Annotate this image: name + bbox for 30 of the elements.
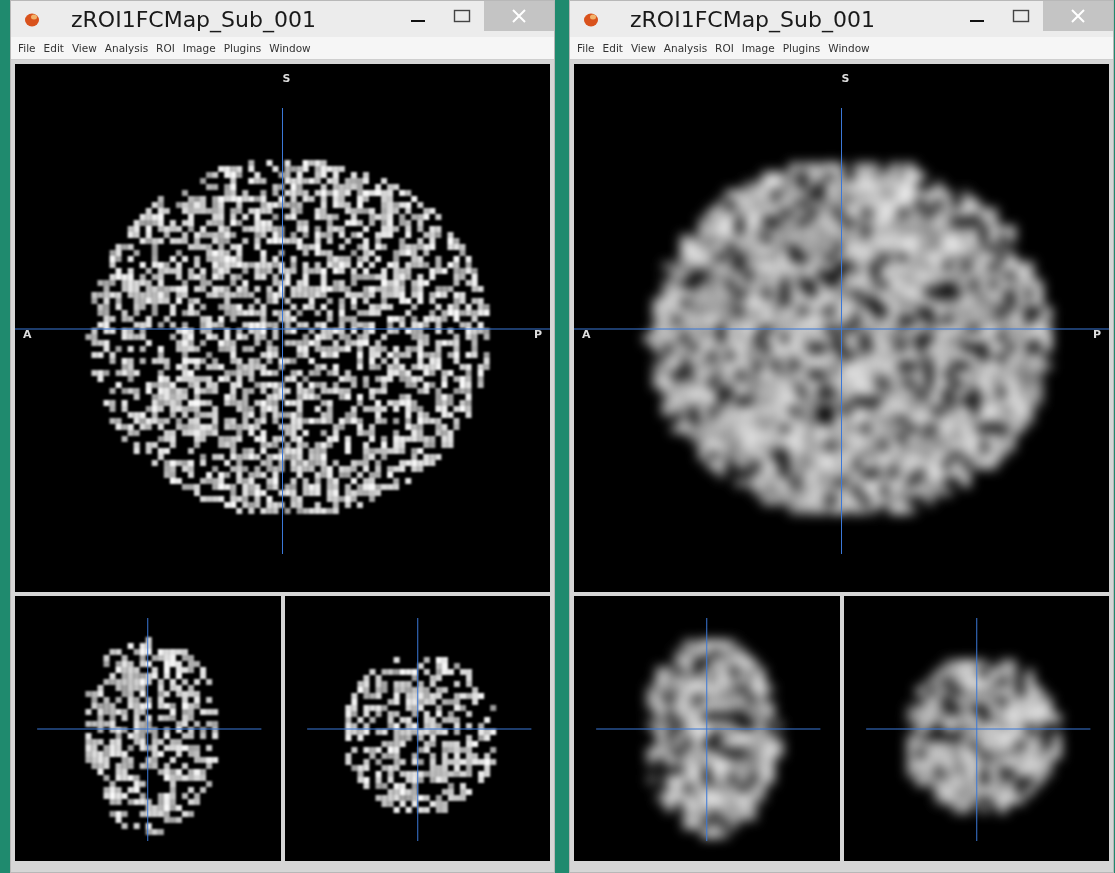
- maximize-icon: [453, 8, 471, 24]
- close-icon: [1070, 8, 1086, 24]
- menu-item[interactable]: Plugins: [779, 42, 824, 54]
- menu-item[interactable]: ROI: [712, 42, 737, 54]
- minimize-icon: [411, 20, 425, 22]
- menu-item[interactable]: Window: [825, 42, 873, 54]
- orientation-label: P: [533, 328, 542, 341]
- menu-item[interactable]: Window: [266, 42, 314, 54]
- menu-item[interactable]: File: [15, 42, 39, 54]
- minimize-icon: [970, 20, 984, 22]
- orientation-label: A: [23, 328, 32, 341]
- maximize-icon: [1012, 8, 1030, 24]
- menu-item[interactable]: Analysis: [660, 42, 711, 54]
- window-title: zROI1FCMap_Sub_001: [71, 6, 317, 32]
- menu-item[interactable]: Plugins: [220, 42, 265, 54]
- orientation-label: P: [1092, 328, 1101, 341]
- menu-item[interactable]: Image: [738, 42, 778, 54]
- orientation-label: S: [841, 72, 850, 85]
- orientation-label: A: [582, 328, 591, 341]
- close-icon: [511, 8, 527, 24]
- orientation-label: S: [282, 72, 291, 85]
- menu-item[interactable]: ROI: [153, 42, 178, 54]
- menu-item[interactable]: View: [627, 42, 659, 54]
- menu-item[interactable]: Image: [179, 42, 219, 54]
- menu-item[interactable]: Edit: [599, 42, 626, 54]
- menu-item[interactable]: Edit: [40, 42, 67, 54]
- menu-item[interactable]: File: [574, 42, 598, 54]
- menu-item[interactable]: Analysis: [101, 42, 152, 54]
- window-title: zROI1FCMap_Sub_001: [630, 6, 876, 32]
- menu-item[interactable]: View: [68, 42, 100, 54]
